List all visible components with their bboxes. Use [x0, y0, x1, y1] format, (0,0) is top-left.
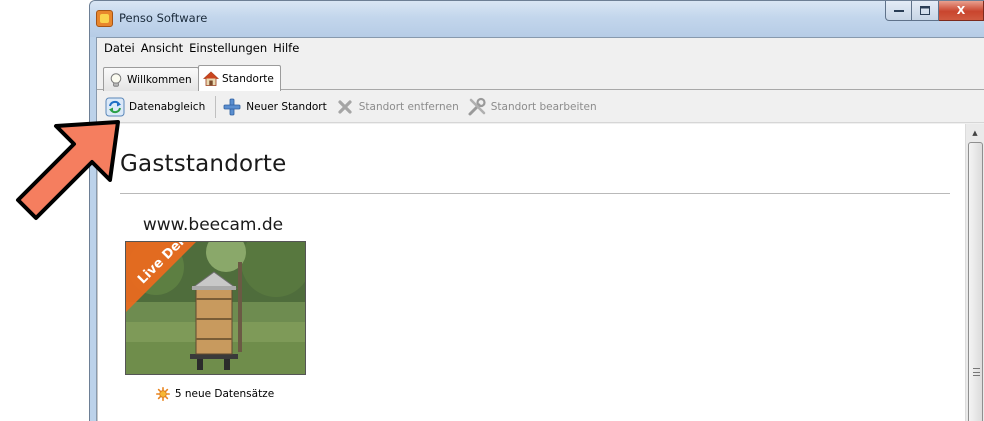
annotation-arrow-icon — [16, 120, 120, 220]
client-area: Datei Ansicht Einstellungen Hilfe Willko… — [96, 37, 984, 421]
section-divider — [120, 193, 950, 194]
standort-bearbeiten-label: Standort bearbeiten — [490, 100, 597, 113]
menu-bar: Datei Ansicht Einstellungen Hilfe — [97, 38, 984, 58]
location-card[interactable]: www.beecam.de Live Demo 5 neue Datensätz… — [125, 215, 306, 401]
sun-icon — [155, 387, 170, 401]
section-title: Gaststandorte — [120, 151, 287, 177]
tab-willkommen[interactable]: Willkommen — [103, 67, 199, 91]
house-icon — [203, 70, 219, 86]
plus-icon — [223, 98, 241, 115]
neuer-standort-button[interactable]: Neuer Standort — [220, 95, 332, 119]
scrollbar-grip-icon — [973, 368, 980, 376]
vertical-scrollbar[interactable]: ▲ — [965, 124, 984, 421]
menu-hilfe[interactable]: Hilfe — [270, 41, 302, 55]
minimize-button[interactable] — [885, 1, 912, 21]
minimize-icon — [893, 9, 904, 12]
window-title: Penso Software — [119, 11, 208, 25]
standort-bearbeiten-button[interactable]: Standort bearbeiten — [465, 95, 603, 119]
menu-einstellungen[interactable]: Einstellungen — [186, 41, 270, 55]
lightbulb-icon — [110, 72, 122, 87]
neuer-standort-label: Neuer Standort — [246, 100, 327, 113]
menu-ansicht[interactable]: Ansicht — [138, 41, 186, 55]
close-icon: X — [956, 4, 966, 17]
standort-entfernen-label: Standort entfernen — [358, 100, 459, 113]
locations-panel: Gaststandorte www.beecam.de Live Demo 5 … — [97, 124, 984, 421]
title-bar[interactable]: Penso Software X — [90, 1, 984, 37]
app-window: Penso Software X Datei Ansicht Einstellu… — [89, 0, 984, 421]
status-row: 5 neue Datensätze — [125, 387, 305, 401]
location-thumbnail[interactable]: Live Demo — [125, 241, 306, 375]
tab-bar: Willkommen Standorte — [97, 61, 984, 91]
status-text: 5 neue Datensätze — [174, 388, 275, 400]
app-logo-icon — [96, 10, 113, 27]
tab-willkommen-label: Willkommen — [127, 73, 192, 86]
maximize-icon — [920, 6, 930, 15]
close-button[interactable]: X — [939, 1, 984, 21]
scrollbar-thumb[interactable] — [968, 142, 983, 421]
location-card-title: www.beecam.de — [142, 215, 284, 235]
tab-standorte-label: Standorte — [222, 72, 274, 85]
toolbar: Datenabgleich Neuer Standort Standort en… — [97, 91, 984, 123]
tab-standorte[interactable]: Standorte — [198, 65, 281, 91]
tools-icon — [468, 97, 486, 115]
toolbar-separator — [215, 95, 217, 118]
window-controls: X — [885, 1, 984, 21]
scroll-up-arrow-icon[interactable]: ▲ — [966, 124, 984, 141]
datenabgleich-label: Datenabgleich — [129, 100, 206, 113]
menu-datei[interactable]: Datei — [101, 41, 138, 55]
standort-entfernen-button[interactable]: Standort entfernen — [333, 95, 465, 119]
remove-icon — [338, 99, 352, 114]
live-demo-badge: Live Demo — [126, 242, 196, 312]
maximize-button[interactable] — [912, 1, 939, 21]
